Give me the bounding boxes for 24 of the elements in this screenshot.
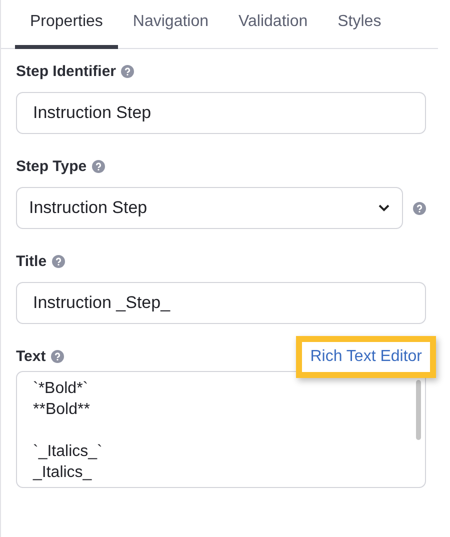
- text-line: `*Bold*`: [33, 379, 88, 399]
- rich-text-editor-link[interactable]: Rich Text Editor: [296, 336, 436, 378]
- tab[interactable]: Properties: [15, 0, 118, 49]
- text-field[interactable]: Instruction Step: [16, 92, 426, 134]
- tab[interactable]: Validation: [224, 0, 323, 49]
- field-label: Text: [16, 348, 46, 365]
- dropdown[interactable]: Instruction Step: [16, 187, 403, 229]
- chevron-down-icon: [378, 204, 390, 212]
- text-line: `_Italics_`: [33, 442, 102, 462]
- tab[interactable]: Styles: [322, 0, 396, 49]
- help-icon[interactable]: [413, 202, 426, 214]
- help-icon[interactable]: [92, 160, 105, 173]
- field-label: Title: [16, 253, 47, 270]
- help-icon[interactable]: [52, 255, 65, 268]
- text-line: _Italics_: [33, 463, 92, 483]
- tab[interactable]: Navigation: [118, 0, 224, 49]
- field-label: Step Type: [16, 158, 87, 175]
- text-line: **Bold**: [33, 400, 90, 420]
- text-field[interactable]: Instruction _Step_: [16, 282, 426, 324]
- help-icon[interactable]: [121, 65, 134, 78]
- scrollbar[interactable]: [416, 380, 421, 440]
- help-icon[interactable]: [50, 350, 64, 363]
- text-area[interactable]: `*Bold*` **Bold** `_Italics_` _Italics_: [16, 371, 426, 488]
- field-label: Step Identifier: [16, 63, 116, 80]
